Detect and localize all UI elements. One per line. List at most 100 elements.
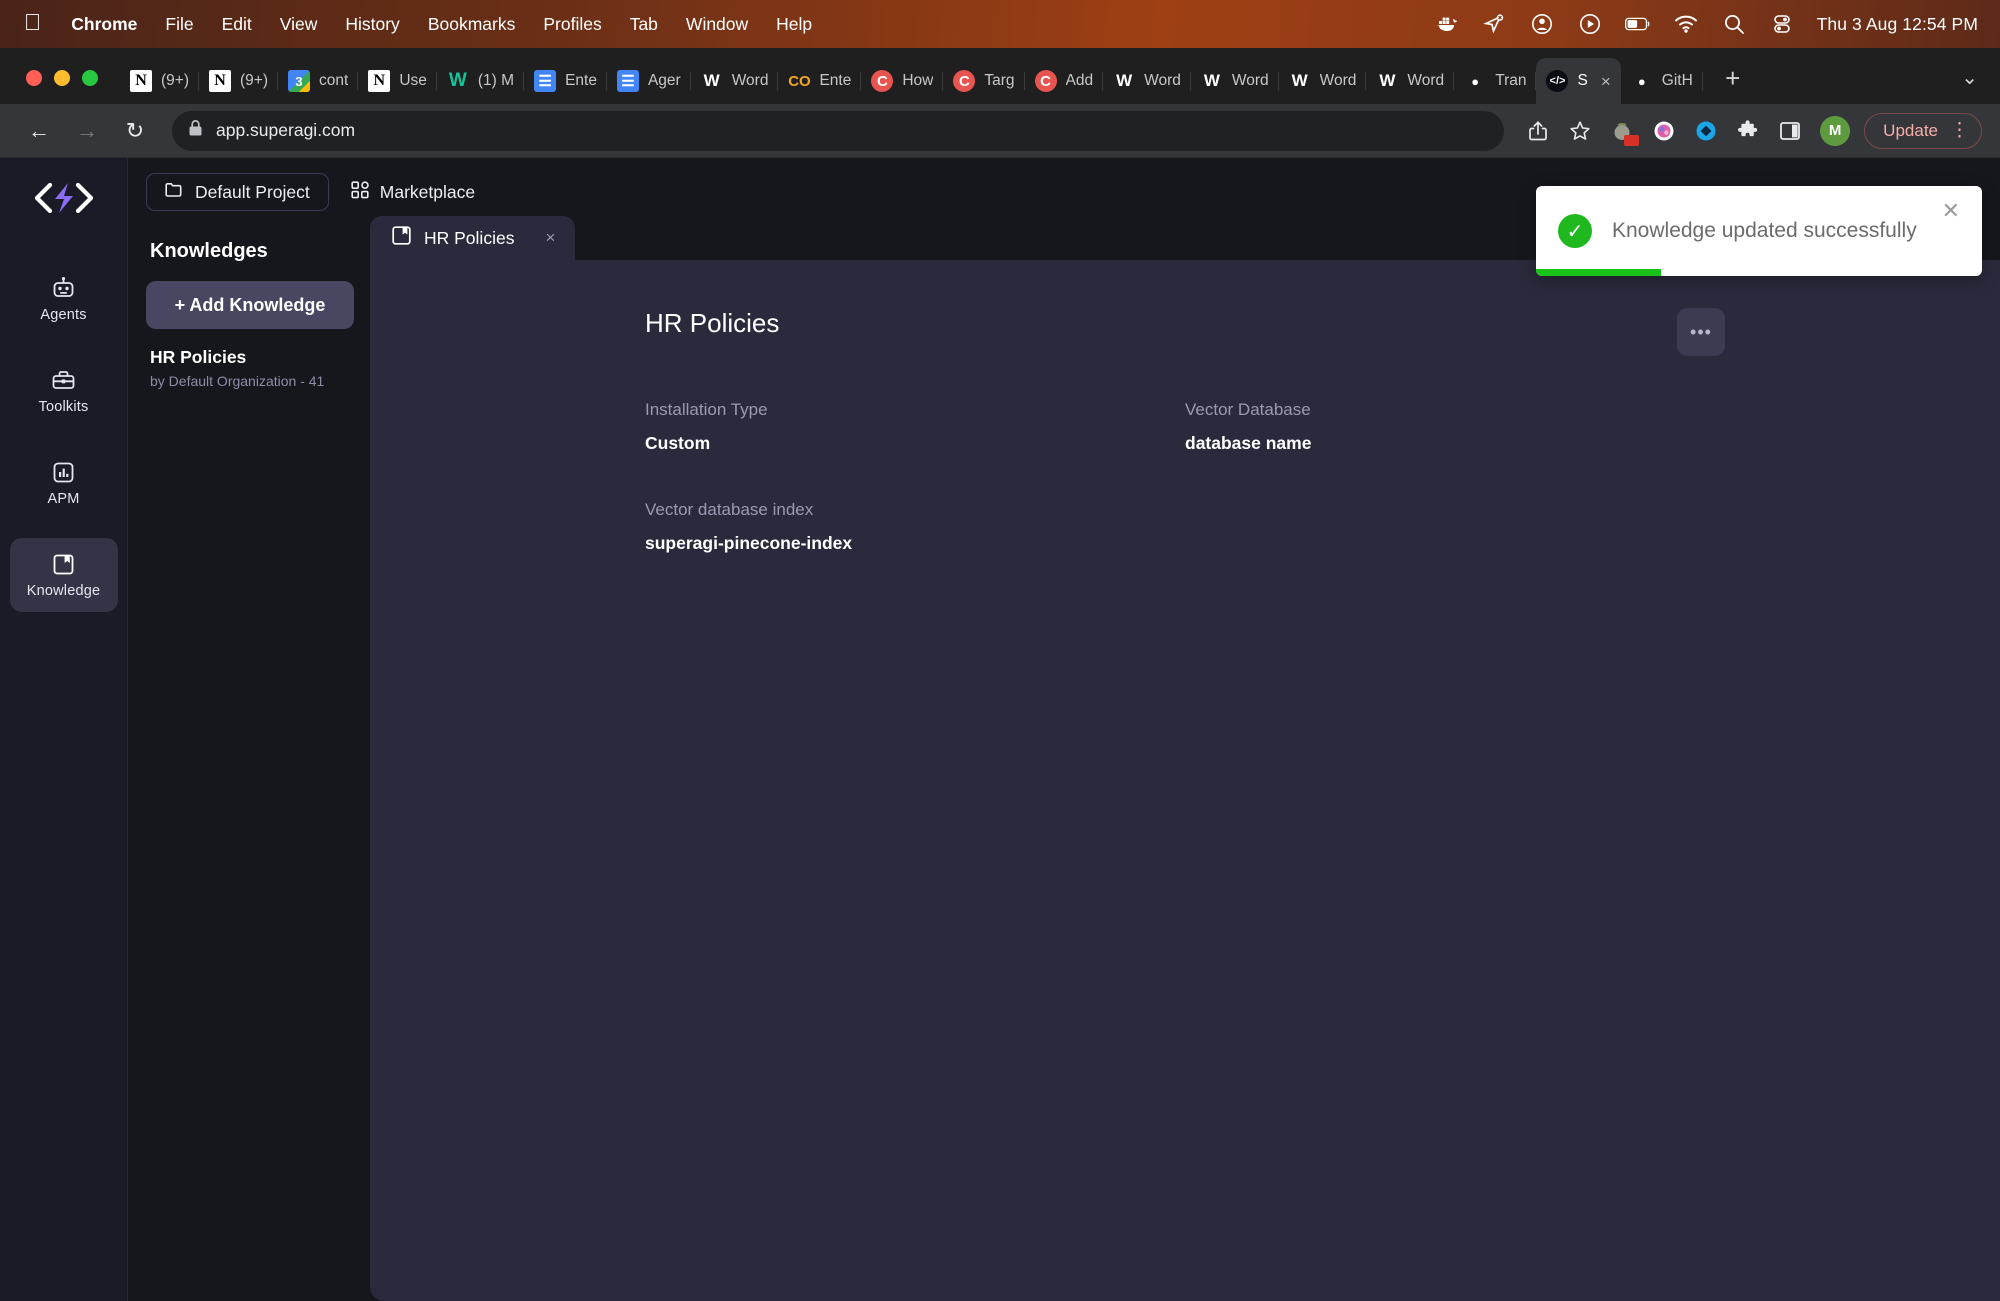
add-knowledge-button[interactable]: + Add Knowledge [146, 281, 354, 329]
docker-icon[interactable] [1433, 11, 1459, 37]
browser-tab[interactable]: C Add [1025, 58, 1104, 104]
knowledge-detail-card: HR Policies ••• Installation Type Custom… [370, 260, 2000, 1301]
toast-notification: ✓ Knowledge updated successfully ✕ [1536, 186, 1982, 276]
browser-tab[interactable]: W (1) M [437, 58, 525, 104]
reload-button[interactable]: ↻ [114, 110, 156, 152]
browser-tab-label: Ente [819, 72, 852, 89]
colorful-circle-extension-icon[interactable] [1644, 111, 1684, 151]
project-name: Default Project [195, 181, 310, 202]
content-tab-hr-policies[interactable]: HR Policies × [370, 216, 576, 260]
menu-item-history[interactable]: History [331, 14, 413, 35]
tab-separator [1701, 72, 1703, 90]
kebab-menu-icon[interactable]: ⋮ [1950, 121, 1969, 140]
toast-close-button[interactable]: ✕ [1942, 198, 1960, 224]
browser-tab-label: GitH [1661, 72, 1693, 89]
field-label: Vector Database [1185, 400, 1311, 419]
sidebar-item-agents[interactable]: Agents [10, 262, 118, 336]
browser-tab[interactable]: W Word [1191, 58, 1279, 104]
sidebar-label-apm: APM [47, 491, 80, 507]
browser-tab[interactable]: W Word [1366, 58, 1455, 104]
blue-diamond-extension-icon[interactable] [1686, 111, 1726, 151]
close-icon[interactable]: × [545, 228, 555, 248]
menubar-clock[interactable]: Thu 3 Aug 12:54 PM [1817, 14, 1978, 35]
control-center-icon[interactable] [1769, 11, 1795, 37]
browser-tab[interactable]: ● Tran [1454, 58, 1537, 104]
more-options-button[interactable]: ••• [1677, 308, 1725, 356]
browser-tab[interactable]: W Word [691, 58, 779, 104]
back-button[interactable]: ← [18, 110, 60, 152]
ms-word-icon: W [700, 70, 723, 92]
menu-item-edit[interactable]: Edit [208, 14, 266, 35]
sidebar-item-knowledge[interactable]: Knowledge [9, 538, 118, 612]
forward-button[interactable]: → [66, 110, 108, 152]
browser-tab[interactable]: </> S × [1536, 58, 1621, 104]
browser-tab[interactable]: W Word [1103, 58, 1191, 104]
browser-tab-label: Word [1231, 72, 1269, 89]
bookmark-star-icon[interactable] [1560, 111, 1600, 151]
sidebar-item-toolkits[interactable]: Toolkits [10, 354, 118, 428]
wifi-icon[interactable] [1673, 11, 1699, 37]
browser-tab[interactable]: C How [861, 58, 944, 104]
user-account-icon[interactable] [1529, 11, 1555, 37]
profile-avatar[interactable]: M [1820, 115, 1851, 146]
browser-tab[interactable]: N (9+) [120, 58, 199, 104]
menu-item-file[interactable]: File [151, 14, 207, 35]
update-button[interactable]: Update ⋮ [1864, 112, 1982, 149]
app-body: Knowledges + Add Knowledge HR Policies b… [128, 216, 2000, 1301]
minimize-window-button[interactable] [54, 70, 70, 86]
side-panel-icon[interactable] [1770, 111, 1810, 151]
browser-tab-label: Word [1407, 72, 1445, 89]
sidebar-item-apm[interactable]: APM [10, 446, 118, 520]
browser-tab[interactable]: CO Ente [778, 58, 862, 104]
browser-tab[interactable]: N Use [358, 58, 437, 104]
chevron-down-icon[interactable]: ⌄ [1961, 65, 1978, 90]
menu-item-chrome[interactable]: Chrome [57, 14, 151, 35]
book-icon [51, 551, 77, 577]
project-selector[interactable]: Default Project [146, 173, 329, 211]
menu-item-view[interactable]: View [266, 14, 332, 35]
new-tab-button[interactable]: + [1713, 58, 1753, 98]
sidebar-label-knowledge: Knowledge [26, 583, 101, 599]
detail-inner: HR Policies ••• Installation Type Custom… [645, 298, 1725, 554]
browser-tab[interactable]: ☰ Ager [607, 58, 691, 104]
browser-tab-label: (1) M [477, 72, 515, 89]
marketplace-link[interactable]: Marketplace [351, 180, 475, 204]
play-circle-icon[interactable] [1577, 11, 1603, 37]
check-circle-icon: ✓ [1558, 214, 1592, 248]
address-bar[interactable]: app.superagi.com [172, 110, 1505, 151]
menu-item-help[interactable]: Help [762, 14, 826, 35]
menu-item-bookmarks[interactable]: Bookmarks [414, 14, 530, 35]
browser-tab-label: Ager [647, 72, 681, 89]
browser-tab-label: How [902, 72, 934, 89]
content-column: HR Policies × HR Policies ••• Installati… [370, 216, 2000, 1301]
battery-icon[interactable] [1624, 11, 1651, 37]
browser-tab[interactable]: ☰ Ente [524, 58, 607, 104]
maximize-window-button[interactable] [82, 70, 98, 86]
apple-logo-icon[interactable]:  [18, 11, 57, 37]
puzzle-extensions-icon[interactable] [1728, 111, 1768, 151]
content-tab-label: HR Policies [424, 227, 515, 248]
github-icon: ● [1471, 73, 1480, 89]
share-icon[interactable] [1518, 111, 1558, 151]
update-label: Update [1883, 120, 1938, 140]
tomato-timer-extension-icon[interactable] [1602, 111, 1642, 151]
field-vector-database-index: Vector database index superagi-pinecone-… [645, 500, 1185, 554]
browser-tab[interactable]: ● GitH [1621, 58, 1703, 104]
knowledge-item-title: HR Policies [150, 347, 247, 367]
search-icon[interactable] [1721, 11, 1747, 37]
field-label: Installation Type [645, 400, 768, 419]
browser-tab[interactable]: W Word [1279, 58, 1367, 104]
url-text: app.superagi.com [216, 120, 356, 140]
lock-icon [188, 119, 203, 142]
browser-tab[interactable]: 3 cont [278, 58, 359, 104]
browser-tab[interactable]: C Targ [943, 58, 1025, 104]
menu-item-window[interactable]: Window [672, 14, 762, 35]
close-window-button[interactable] [26, 70, 42, 86]
tab-close-icon[interactable]: × [1601, 73, 1611, 90]
menu-item-profiles[interactable]: Profiles [529, 14, 615, 35]
superagi-logo[interactable] [29, 172, 99, 224]
browser-tab[interactable]: N (9+) [199, 58, 278, 104]
menu-item-tab[interactable]: Tab [616, 14, 672, 35]
knowledge-list-item[interactable]: HR Policies by Default Organization - 41 [146, 329, 354, 389]
location-pin-off-icon[interactable] [1481, 11, 1507, 37]
